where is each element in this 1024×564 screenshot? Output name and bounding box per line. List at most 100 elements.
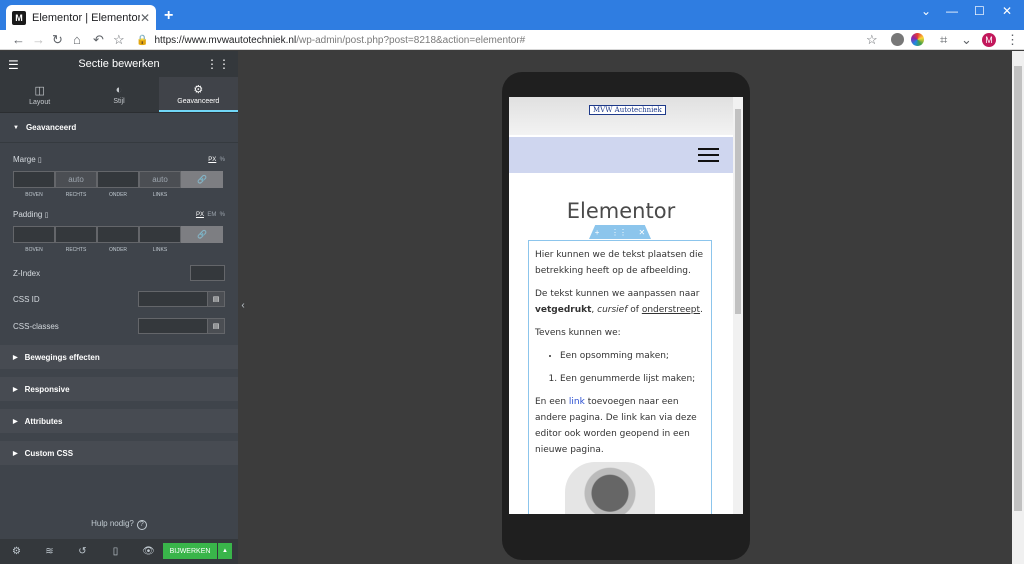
forward-icon[interactable]: →	[32, 32, 45, 47]
marge-units: PX %	[208, 157, 225, 163]
maximize-icon[interactable]: ☐	[974, 4, 985, 18]
undo-icon[interactable]: ↶	[93, 32, 104, 48]
scrollbar-thumb[interactable]	[735, 109, 741, 314]
numbered-list: Een genummerde lijst maken;	[560, 371, 705, 387]
section-custom-css[interactable]: ▶ Custom CSS	[0, 441, 238, 465]
color-extension-icon[interactable]	[911, 33, 924, 46]
crop-icon[interactable]: ⌗	[940, 32, 947, 48]
add-icon[interactable]: +	[595, 228, 600, 237]
tab-label: Layout	[29, 98, 51, 106]
marge-label: Marge	[13, 155, 36, 164]
section-title: Responsive	[24, 384, 70, 394]
section-title: Bewegings effecten	[24, 352, 100, 362]
home-icon[interactable]: ⌂	[73, 32, 81, 47]
marge-links-input[interactable]: auto	[139, 171, 181, 188]
header-car-image: MVW Autotechniek	[509, 97, 733, 135]
tab-layout[interactable]: ◫ Layout	[0, 77, 79, 112]
gear-icon: ⚙	[193, 83, 204, 96]
tab-title: Elementor | Elementor	[32, 11, 140, 24]
panel-tabs: ◫ Layout ◐ Stijl ⚙ Geavanceerd	[0, 77, 238, 113]
section-handle[interactable]: + ⋮⋮ ✕	[589, 225, 651, 239]
help-link[interactable]: Hulp nodig??	[0, 519, 238, 530]
update-button[interactable]: BIJWERKEN	[163, 543, 217, 559]
mobile-device-icon[interactable]: ▯	[45, 212, 49, 219]
padding-boven-input[interactable]	[13, 226, 55, 243]
browser-tab[interactable]: M Elementor | Elementor ✕	[6, 5, 156, 30]
dynamic-tags-icon[interactable]: ▤	[208, 291, 225, 307]
paragraph: Hier kunnen we de tekst plaatsen die bet…	[535, 250, 704, 276]
menu-dots-icon[interactable]: ⋮	[1006, 32, 1019, 48]
dim-label: LINKS	[152, 247, 168, 253]
drag-handle-icon[interactable]: ⋮⋮	[611, 228, 627, 237]
padding-control: Padding ▯ PX EM %	[13, 210, 225, 219]
hamburger-icon[interactable]: ☰	[8, 58, 19, 72]
close-window-icon[interactable]: ✕	[1002, 4, 1012, 18]
padding-links-input[interactable]	[139, 226, 181, 243]
url-path: /wp-admin/post.php?post=8218&action=elem…	[296, 34, 526, 46]
unit-px[interactable]: PX	[196, 212, 204, 218]
favicon: M	[12, 10, 26, 25]
responsive-mode-icon[interactable]: ▯	[99, 546, 132, 557]
site-nav-bar	[509, 137, 733, 173]
url-field[interactable]: 🔒 https://www.mvwautotechniek.nl/wp-admi…	[136, 31, 886, 49]
elementor-panel: ☰ Sectie bewerken ⋮⋮ ◫ Layout ◐ Stijl ⚙ …	[0, 51, 238, 564]
dynamic-tags-icon[interactable]: ▤	[208, 318, 225, 334]
widgets-grid-icon[interactable]: ⋮⋮	[206, 57, 230, 71]
mobile-preview-screen: MVW Autotechniek Elementor + ⋮⋮ ✕ Hier k…	[509, 97, 743, 514]
zindex-input[interactable]	[190, 265, 225, 281]
bookmark-star-icon[interactable]: ☆	[113, 32, 125, 48]
star-icon[interactable]: ☆	[866, 32, 878, 48]
link-values-icon[interactable]: 🔗	[181, 226, 223, 243]
settings-icon[interactable]: ⚙	[0, 546, 33, 557]
underlined-text: onderstreept	[641, 305, 701, 315]
remove-icon[interactable]: ✕	[639, 228, 646, 237]
tab-geavanceerd[interactable]: ⚙ Geavanceerd	[158, 77, 238, 112]
marge-labels: BOVEN RECHTS ONDER LINKS	[13, 192, 225, 198]
menu-burger-icon[interactable]	[698, 148, 719, 162]
url-host: https://www.mvwautotechniek.nl	[154, 34, 297, 46]
navigator-layers-icon[interactable]: ≋	[33, 546, 66, 557]
cssid-input[interactable]	[138, 291, 208, 307]
section-bewegings-effecten[interactable]: ▶ Bewegings effecten	[0, 345, 238, 369]
mobile-device-icon[interactable]: ▯	[38, 157, 42, 164]
marge-onder-input[interactable]	[97, 171, 139, 188]
back-icon[interactable]: ←	[12, 32, 25, 47]
tab-close-icon[interactable]: ✕	[140, 11, 150, 25]
minimize-icon[interactable]: —	[946, 4, 958, 18]
page-scrollbar[interactable]	[1012, 51, 1024, 564]
section-title: Custom CSS	[24, 448, 74, 458]
unit-px[interactable]: PX	[208, 157, 216, 163]
unit-percent[interactable]: %	[220, 212, 225, 218]
profile-avatar[interactable]: M	[982, 33, 996, 47]
section-attributes[interactable]: ▶ Attributes	[0, 409, 238, 433]
preview-scrollbar[interactable]	[733, 97, 743, 514]
link-values-icon[interactable]: 🔗	[181, 171, 223, 188]
marge-rechts-input[interactable]: auto	[55, 171, 97, 188]
unit-em[interactable]: EM	[207, 212, 216, 218]
marge-boven-input[interactable]	[13, 171, 55, 188]
unit-percent[interactable]: %	[220, 157, 225, 163]
panel-collapse-icon[interactable]: ‹	[238, 295, 248, 315]
history-icon[interactable]: ↺	[66, 546, 99, 557]
inline-link[interactable]: link	[569, 397, 585, 407]
padding-rechts-input[interactable]	[55, 226, 97, 243]
text: En een	[535, 397, 567, 407]
publish-options-icon[interactable]: ▲	[218, 543, 232, 559]
tab-search-icon[interactable]: ⌄	[921, 4, 931, 18]
cssclasses-input[interactable]	[138, 318, 208, 334]
scrollbar-thumb[interactable]	[1014, 66, 1022, 511]
extension-icon[interactable]	[891, 33, 904, 46]
section-responsive[interactable]: ▶ Responsive	[0, 377, 238, 401]
tab-stijl[interactable]: ◐ Stijl	[79, 77, 158, 112]
site-logo[interactable]: MVW Autotechniek	[589, 105, 666, 115]
new-tab-icon[interactable]: +	[164, 7, 173, 25]
padding-onder-input[interactable]	[97, 226, 139, 243]
lock-icon: 🔒	[136, 34, 149, 46]
browser-title-bar: M Elementor | Elementor ✕ + ⌄ — ☐ ✕	[0, 0, 1024, 30]
section-header-geavanceerd[interactable]: ▼ Geavanceerd	[0, 113, 238, 143]
reload-icon[interactable]: ↻	[52, 32, 63, 48]
text: of	[630, 305, 639, 315]
extensions-chevron-icon[interactable]: ⌄	[961, 32, 972, 48]
page-heading[interactable]: Elementor	[509, 199, 733, 223]
preview-eye-icon[interactable]: 👁	[132, 546, 165, 557]
